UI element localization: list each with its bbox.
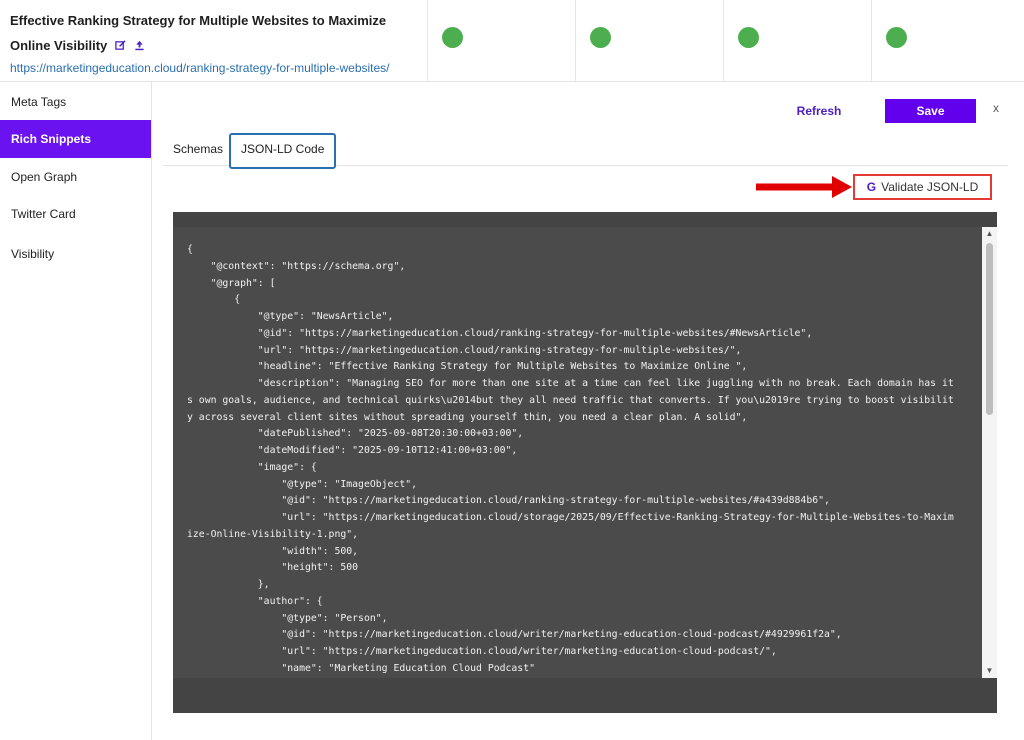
scroll-down-arrow-icon[interactable]: ▼ [982,664,997,678]
status-cell-1 [428,0,576,82]
upload-icon[interactable] [134,34,145,59]
refresh-button[interactable]: Refresh [790,100,848,122]
json-ld-code-editor[interactable]: { "@context": "https://schema.org", "@gr… [173,227,982,678]
tab-schemas[interactable]: Schemas [163,133,233,166]
red-arrow-icon [756,175,852,204]
validate-json-ld-button[interactable]: G Validate JSON-LD [853,174,992,200]
code-scrollbar[interactable]: ▲ ▼ [982,227,997,678]
scrollbar-thumb[interactable] [986,243,993,415]
sidebar-item-meta-tags[interactable]: Meta Tags [0,83,151,121]
status-cell-2 [576,0,724,82]
save-button[interactable]: Save [885,99,976,123]
post-header: Effective Ranking Strategy for Multiple … [0,0,1024,82]
validate-button-label: Validate JSON-LD [881,180,979,194]
sidebar-item-open-graph[interactable]: Open Graph [0,158,151,196]
post-url-link[interactable]: https://marketingeducation.cloud/ranking… [10,61,417,75]
sidebar-item-rich-snippets[interactable]: Rich Snippets [0,120,151,158]
status-indicator [442,27,463,48]
post-title-cell: Effective Ranking Strategy for Multiple … [0,0,428,82]
tab-bar: Schemas JSON-LD Code [163,131,1008,169]
sidebar-item-visibility[interactable]: Visibility [0,235,151,273]
code-panel-top-strip [173,212,997,227]
status-indicator [886,27,907,48]
edit-icon[interactable] [115,34,126,59]
scroll-up-arrow-icon[interactable]: ▲ [982,227,997,241]
post-title-text: Effective Ranking Strategy for Multiple … [10,13,387,53]
json-ld-code-text: { "@context": "https://schema.org", "@gr… [187,244,954,674]
google-icon: G [866,180,877,194]
post-title: Effective Ranking Strategy for Multiple … [10,8,417,59]
status-cell-3 [724,0,872,82]
code-panel-footer [173,678,997,713]
sidebar-item-twitter-card[interactable]: Twitter Card [0,195,151,233]
sidebar: Meta Tags Rich Snippets Open Graph Twitt… [0,82,152,740]
tab-json-ld-code[interactable]: JSON-LD Code [229,133,337,169]
status-cell-4 [872,0,1024,82]
status-indicator [738,27,759,48]
json-ld-code-panel: { "@context": "https://schema.org", "@gr… [173,212,997,713]
close-button[interactable]: x [988,100,1004,116]
status-indicator [590,27,611,48]
